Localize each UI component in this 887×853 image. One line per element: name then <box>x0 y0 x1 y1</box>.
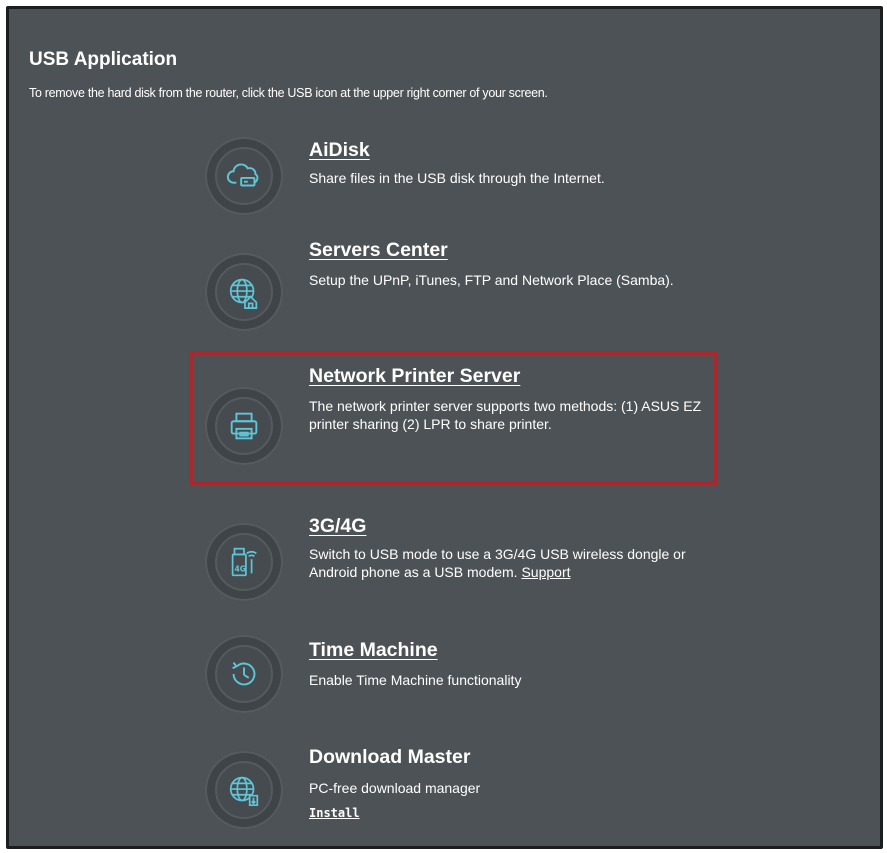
page-title: USB Application <box>29 49 178 70</box>
app-desc-servers-center: Setup the UPnP, iTunes, FTP and Network … <box>309 272 674 288</box>
app-title-time-machine[interactable]: Time Machine <box>309 639 438 662</box>
app-desc-download-master: PC-free download manager <box>309 780 481 796</box>
support-link[interactable]: Support <box>521 564 570 580</box>
globe-download-icon <box>205 751 283 829</box>
app-desc-time-machine: Enable Time Machine functionality <box>309 672 522 688</box>
install-link[interactable]: Install <box>309 806 360 820</box>
app-title-aidisk[interactable]: AiDisk <box>309 139 370 162</box>
usb-application-panel: USB Application To remove the hard disk … <box>6 6 883 849</box>
app-desc-3g-4g: Switch to USB mode to use a 3G/4G USB wi… <box>309 545 709 581</box>
cloud-drive-icon[interactable] <box>205 137 283 215</box>
badge-4g: 4G <box>235 565 247 574</box>
app-desc-aidisk: Share files in the USB disk through the … <box>309 170 605 186</box>
highlight-box <box>189 351 718 485</box>
usb-modem-icon[interactable]: 4G <box>205 523 283 601</box>
app-title-3g-4g[interactable]: 3G/4G <box>309 515 366 538</box>
page-subtitle: To remove the hard disk from the router,… <box>29 86 548 100</box>
app-title-download-master: Download Master <box>309 746 471 768</box>
app-desc-3g-4g-text: Switch to USB mode to use a 3G/4G USB wi… <box>309 546 686 580</box>
app-title-servers-center[interactable]: Servers Center <box>309 239 448 262</box>
globe-house-icon[interactable] <box>205 253 283 331</box>
clock-icon[interactable] <box>205 635 283 713</box>
